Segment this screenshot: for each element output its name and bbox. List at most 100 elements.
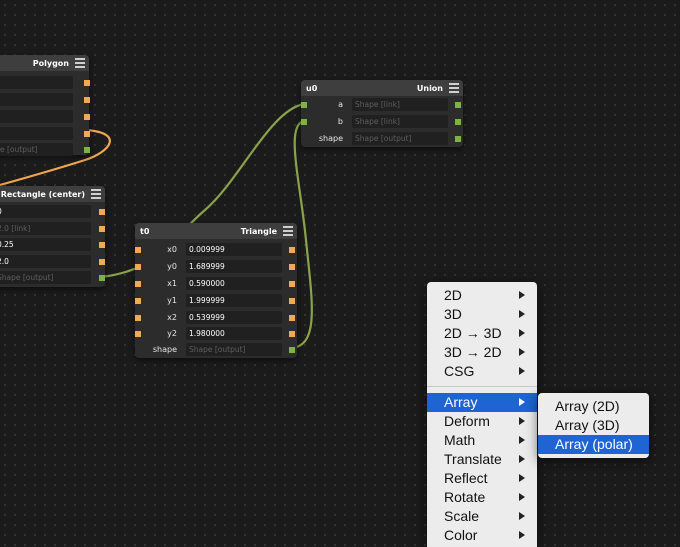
hamburger-menu-icon[interactable] [449, 83, 459, 93]
rectangle-row: 2.0 [0, 255, 105, 269]
submenu-arrow-icon [519, 474, 525, 482]
output-port[interactable] [289, 331, 295, 337]
polygon-node[interactable]: Polygon e [output] [0, 55, 90, 156]
triangle-node-header[interactable]: t0 Triangle [135, 223, 297, 239]
x0-field[interactable]: 0.009999 [186, 243, 282, 256]
menu-item-deform[interactable]: Deform [427, 412, 537, 431]
rectangle-field[interactable]: 0.25 [0, 238, 91, 251]
rectangle-node-header[interactable]: Rectangle (center) [0, 186, 105, 202]
triangle-row-x1: x1 0.590000 [135, 277, 297, 291]
menu-item-3d[interactable]: 3D [427, 305, 537, 324]
row-label: shape [152, 345, 177, 354]
union-node-header[interactable]: u0 Union [301, 80, 463, 96]
triangle-row-y0: y0 1.689999 [135, 260, 297, 274]
polygon-node-header[interactable]: Polygon [0, 55, 89, 71]
hamburger-menu-icon[interactable] [75, 58, 85, 68]
b-field[interactable]: Shape [link] [352, 115, 448, 128]
menu-item-3d-to-2d[interactable]: 3D → 2D [427, 343, 537, 362]
triangle-row-y1: y1 1.999999 [135, 294, 297, 308]
menu-item-label: Translate [444, 451, 502, 467]
menu-item-color[interactable]: Color [427, 526, 537, 545]
context-menu: 2D 3D 2D → 3D 3D → 2D CSG Array Deform M… [427, 282, 537, 547]
submenu-item-array-polar[interactable]: Array (polar) [538, 435, 649, 454]
rectangle-field[interactable]: 2.0 [0, 255, 91, 268]
polygon-output-field: e [output] [0, 143, 73, 156]
node-title: Rectangle (center) [0, 190, 85, 199]
polygon-field[interactable] [0, 76, 73, 89]
submenu-arrow-icon [519, 348, 525, 356]
polygon-field[interactable] [0, 93, 73, 106]
menu-item-2d-to-3d[interactable]: 2D → 3D [427, 324, 537, 343]
polygon-row [0, 110, 90, 124]
polygon-row [0, 127, 90, 141]
shape-output-field: Shape [output] [186, 343, 282, 356]
menu-item-label: Rotate [444, 489, 486, 505]
row-label: y1 [167, 296, 177, 305]
node-title: Polygon [32, 59, 69, 68]
output-port[interactable] [455, 119, 461, 125]
output-port[interactable] [99, 209, 105, 215]
menu-item-label: Array [444, 394, 478, 410]
menu-item-label: Math [444, 432, 476, 448]
menu-item-scale[interactable]: Scale [427, 507, 537, 526]
shape-output-port[interactable] [84, 147, 90, 153]
rectangle-center-node[interactable]: Rectangle (center) 0 2.0 [link] 0.25 2.0… [0, 186, 105, 287]
triangle-row-x2: x2 0.539999 [135, 311, 297, 325]
submenu-item-array-2d[interactable]: Array (2D) [538, 397, 649, 416]
menu-item-array[interactable]: Array [427, 393, 537, 412]
output-port[interactable] [289, 281, 295, 287]
output-port[interactable] [84, 80, 90, 86]
menu-item-reflect[interactable]: Reflect [427, 469, 537, 488]
y1-field[interactable]: 1.999999 [186, 294, 282, 307]
shape-output-port[interactable] [455, 136, 461, 142]
menu-item-math[interactable]: Math [427, 431, 537, 450]
hamburger-menu-icon[interactable] [91, 189, 101, 199]
output-port[interactable] [455, 102, 461, 108]
rectangle-field[interactable]: 0 [0, 205, 91, 218]
output-port[interactable] [289, 247, 295, 253]
output-port[interactable] [289, 298, 295, 304]
menu-item-csg[interactable]: CSG [427, 362, 537, 381]
output-port[interactable] [84, 114, 90, 120]
menu-item-label: Deform [444, 413, 490, 429]
hamburger-menu-icon[interactable] [283, 226, 293, 236]
row-label: shape [318, 134, 343, 143]
shape-output-port[interactable] [99, 275, 105, 281]
row-label: y2 [167, 329, 177, 338]
output-port[interactable] [84, 97, 90, 103]
menu-item-label: 3D [444, 306, 462, 322]
triangle-node[interactable]: t0 Triangle x0 0.009999 y0 1.689999 x1 0… [135, 223, 297, 358]
rectangle-field[interactable]: 2.0 [link] [0, 222, 91, 235]
rectangle-row: 0 [0, 205, 105, 219]
submenu-item-label: Array (polar) [555, 436, 633, 452]
shape-output-port[interactable] [289, 347, 295, 353]
x1-field[interactable]: 0.590000 [186, 277, 282, 290]
polygon-row [0, 93, 90, 107]
submenu-arrow-icon [519, 493, 525, 501]
menu-item-rotate[interactable]: Rotate [427, 488, 537, 507]
output-port[interactable] [99, 226, 105, 232]
output-port[interactable] [84, 131, 90, 137]
row-label: x0 [167, 245, 177, 254]
union-row-b: b Shape [link] [301, 115, 463, 129]
submenu-arrow-icon [519, 291, 525, 299]
submenu-item-label: Array (3D) [555, 417, 620, 433]
y0-field[interactable]: 1.689999 [186, 260, 282, 273]
node-title: Union [416, 84, 443, 93]
submenu-item-array-3d[interactable]: Array (3D) [538, 416, 649, 435]
x2-field[interactable]: 0.539999 [186, 311, 282, 324]
output-port[interactable] [99, 259, 105, 265]
y2-field[interactable]: 1.980000 [186, 327, 282, 340]
output-port[interactable] [289, 315, 295, 321]
menu-separator [427, 386, 537, 387]
rectangle-output-row: Shape [output] [0, 271, 105, 285]
output-port[interactable] [99, 242, 105, 248]
polygon-field[interactable] [0, 127, 73, 140]
union-node[interactable]: u0 Union a Shape [link] b Shape [link] s… [301, 80, 463, 147]
menu-item-2d[interactable]: 2D [427, 286, 537, 305]
a-field[interactable]: Shape [link] [352, 98, 448, 111]
output-port[interactable] [289, 264, 295, 270]
menu-item-label: Reflect [444, 470, 488, 486]
polygon-field[interactable] [0, 110, 73, 123]
menu-item-translate[interactable]: Translate [427, 450, 537, 469]
